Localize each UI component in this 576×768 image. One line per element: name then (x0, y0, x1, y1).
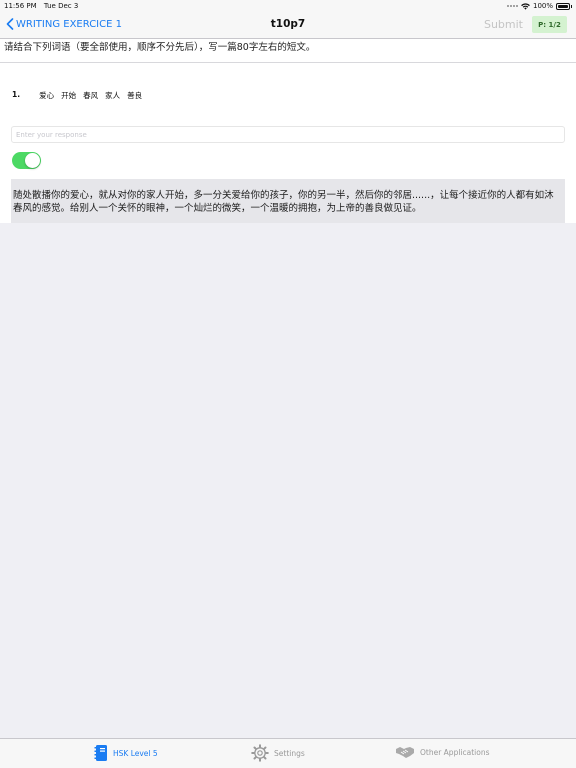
handshake-icon (396, 747, 414, 758)
model-answer: 随处散播你的爱心，就从对你的家人开始，多一分关爱给你的孩子，你的另一半，然后你的… (11, 179, 565, 223)
notebook-icon (94, 745, 107, 761)
status-date: Tue Dec 3 (43, 2, 79, 10)
exercise-panel: 请结合下列词语（要全部使用，顺序不分先后），写一篇80字左右的短文。 1. 爱心… (0, 39, 576, 223)
exercise-instruction: 请结合下列词语（要全部使用，顺序不分先后），写一篇80字左右的短文。 (4, 42, 316, 53)
status-time: 11:56 PM (4, 2, 37, 10)
nav-bar: WRITING EXERCICE 1 t10p7 Submit P: 1/2 (0, 12, 576, 39)
toggle-knob (25, 153, 40, 168)
tab-other-applications[interactable]: Other Applications (395, 744, 490, 760)
keyword: 家人 (105, 91, 121, 100)
keyword: 爱心 (39, 91, 55, 100)
battery-percent: 100% (532, 2, 553, 10)
divider (0, 62, 576, 63)
battery-icon (556, 2, 570, 10)
battery-tip (571, 4, 572, 8)
tab-label: HSK Level 5 (113, 748, 158, 758)
wifi-icon (521, 2, 530, 10)
show-answer-toggle[interactable] (12, 152, 41, 169)
gear-icon (251, 744, 269, 762)
status-bar: 11:56 PM Tue Dec 3 100% (0, 0, 576, 12)
tab-settings[interactable]: Settings (251, 744, 305, 762)
keyword: 善良 (127, 91, 143, 100)
question-number: 1. (12, 90, 21, 99)
signal-dots-icon (506, 5, 518, 7)
status-left: 11:56 PM Tue Dec 3 (4, 2, 83, 10)
tab-hsk-level-5[interactable]: HSK Level 5 (94, 744, 158, 762)
keyword: 春风 (83, 91, 99, 100)
response-input[interactable] (11, 126, 565, 143)
keyword: 开始 (61, 91, 77, 100)
question-row: 1. 爱心 开始 春风 家人 善良 (12, 90, 149, 101)
page-indicator-badge[interactable]: P: 1/2 (532, 16, 567, 33)
status-right: 100% (506, 2, 572, 10)
submit-button[interactable]: Submit (484, 18, 523, 31)
tab-label: Settings (274, 748, 305, 758)
tab-label: Other Applications (420, 747, 490, 757)
tab-bar: HSK Level 5 Settings Other Applications (0, 738, 576, 768)
